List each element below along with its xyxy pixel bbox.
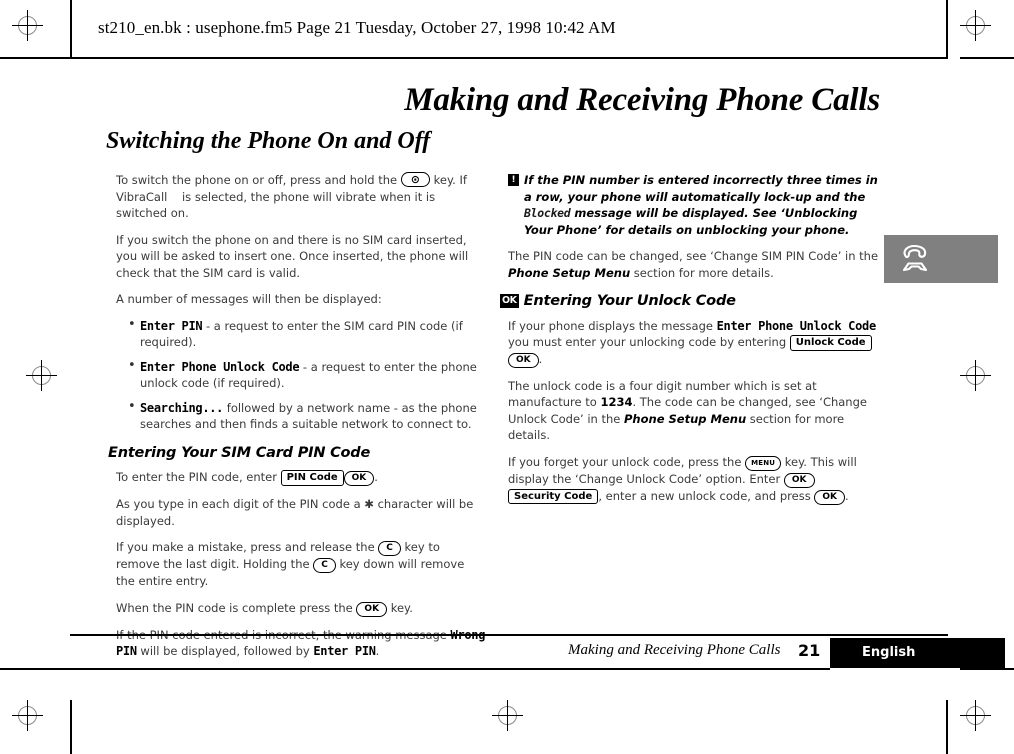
- page-frame-left-top: [70, 0, 72, 58]
- lcd-text-enter-pin: Enter PIN: [313, 644, 376, 658]
- paragraph-four-digit-code: The unlock code is a four digit number w…: [508, 378, 886, 444]
- page-frame-right-top: [946, 0, 948, 58]
- paragraph-wrong-pin: If the PIN code entered is incorrect, th…: [116, 627, 486, 660]
- crop-mark-right-top: [960, 57, 1014, 59]
- registration-hline: [960, 25, 991, 26]
- registration-mark-bottom-right: [958, 698, 994, 734]
- registration-hline: [492, 715, 523, 716]
- lcd-text: Enter PIN: [140, 318, 203, 333]
- text-switch-1a: To switch the phone on or off, press and…: [116, 173, 401, 187]
- paragraph-change-pin: The PIN code can be changed, see ‘Change…: [508, 248, 886, 281]
- registration-mark-mid-left: [24, 358, 60, 394]
- ok-key[interactable]: OK: [356, 601, 388, 617]
- paragraph-mistake: If you make a mistake, press and release…: [116, 539, 486, 590]
- registration-mark-bottom-center: [490, 698, 526, 734]
- registration-hline: [12, 25, 43, 26]
- footer-rule: [70, 634, 948, 636]
- registration-hline: [26, 375, 57, 376]
- registration-mark-mid-right: [958, 358, 994, 394]
- text-complete-b: key.: [387, 600, 413, 615]
- page-frame-right-bottom: [946, 700, 948, 754]
- reference-phone-setup-menu: Phone Setup Menu: [624, 411, 747, 426]
- chapter-title: Making and Receiving Phone Calls: [404, 82, 880, 118]
- text-mistake-a: If you make a mistake, press and release…: [116, 540, 379, 554]
- footer-bottom-rule: [70, 668, 830, 670]
- list-item: Enter Phone Unlock Code - a request to e…: [128, 358, 486, 392]
- unlock-code-key[interactable]: Unlock Code: [789, 335, 872, 351]
- text-displays-c: .: [538, 351, 543, 366]
- list-item: Searching... followed by a network name …: [128, 399, 486, 433]
- registration-hline: [12, 715, 43, 716]
- menu-key[interactable]: MENU: [745, 455, 782, 471]
- warning-text-b: message will be displayed. See ‘Unblocki…: [524, 206, 858, 237]
- paragraph-enter-pin: To enter the PIN code, enter PIN Code OK.: [116, 469, 486, 486]
- right-column: ! If the PIN number is entered incorrectl…: [500, 172, 886, 505]
- phone-handset-icon: [902, 244, 928, 272]
- clear-key[interactable]: C: [378, 541, 401, 556]
- left-column: To switch the phone on or off, press and…: [108, 172, 486, 660]
- warning-text-a: If the PIN number is entered incorrectly…: [524, 173, 878, 204]
- subheading-sim-pin: Entering Your SIM Card PIN Code: [108, 444, 371, 461]
- page-frame-left-bottom: [70, 700, 72, 754]
- text-forget-d: .: [845, 488, 849, 503]
- warning-icon: !: [508, 174, 519, 186]
- ok-key[interactable]: OK: [343, 471, 375, 486]
- paragraph-no-sim: If you switch the phone on and there is …: [116, 232, 469, 280]
- page-number: 21: [798, 641, 821, 660]
- header-rule: [70, 57, 948, 59]
- paragraph-pin-complete: When the PIN code is complete press the …: [116, 600, 486, 617]
- text-change-b: section for more details.: [630, 265, 774, 280]
- ok-badge-icon: OK: [500, 294, 519, 308]
- subheading-unlock-code: OK Entering Your Unlock Code: [500, 293, 886, 310]
- pin-code-key[interactable]: PIN Code: [280, 470, 344, 486]
- registration-hline: [960, 375, 991, 376]
- text-change-a: The PIN code can be changed, see ‘Change…: [508, 249, 879, 263]
- side-tab-phone-section: [884, 235, 998, 283]
- registration-hline: [960, 715, 991, 716]
- subheading-unlock-code-label: Entering Your Unlock Code: [523, 293, 736, 309]
- messages-list: Enter PIN - a request to enter the SIM c…: [116, 317, 486, 433]
- paragraph-forgot-code: If you forget your unlock code, press th…: [508, 454, 886, 505]
- registration-mark-bottom-left: [10, 698, 46, 734]
- ok-key[interactable]: OK: [783, 472, 815, 488]
- text-displays-b: you must enter your unlocking code by en…: [508, 335, 790, 349]
- paragraph-star-character: As you type in each digit of the PIN cod…: [116, 497, 474, 528]
- registration-mark-top-left: [10, 8, 46, 44]
- document-header-filename: st210_en.bk : usephone.fm5 Page 21 Tuesd…: [98, 18, 616, 37]
- security-code-key[interactable]: Security Code: [508, 488, 599, 504]
- lcd-text-blocked: Blocked: [524, 206, 571, 220]
- ok-key[interactable]: OK: [814, 489, 845, 505]
- language-label: English: [862, 645, 916, 660]
- footer-running-title: Making and Receiving Phone Calls: [568, 642, 781, 658]
- registration-mark-top-right: [958, 8, 994, 44]
- text-enter-pin-a: To enter the PIN code, enter: [116, 470, 281, 484]
- crop-mark-right-bottom: [960, 668, 1014, 670]
- paragraph-switch-on-off: To switch the phone on or off, press and…: [116, 172, 486, 222]
- paragraph-phone-displays: If your phone displays the message Enter…: [508, 318, 886, 368]
- ok-key[interactable]: OK: [508, 352, 539, 368]
- lcd-text-enter-phone-unlock-code: Enter Phone Unlock Code: [716, 318, 877, 333]
- language-band: [830, 638, 1005, 668]
- power-key-glyph[interactable]: ⊙: [400, 172, 430, 187]
- default-unlock-code: 1234: [600, 395, 633, 409]
- text-enter-pin-b: .: [374, 470, 378, 484]
- paragraph-messages-intro: A number of messages will then be displa…: [116, 292, 382, 306]
- text-complete-a: When the PIN code is complete press the: [116, 600, 357, 615]
- lcd-text: Searching...: [140, 400, 224, 415]
- reference-phone-setup-menu: Phone Setup Menu: [508, 265, 631, 280]
- text-wrong-b: will be displayed, followed by: [136, 644, 314, 658]
- warning-note: ! If the PIN number is entered incorrectl…: [508, 172, 886, 238]
- text-forget-c: , enter a new unlock code, and press: [598, 488, 815, 503]
- clear-key[interactable]: C: [313, 558, 336, 573]
- text-forget-a: If you forget your unlock code, press th…: [508, 454, 746, 469]
- text-displays-a: If your phone displays the message: [508, 318, 717, 333]
- list-item: Enter PIN - a request to enter the SIM c…: [128, 317, 486, 351]
- lcd-text: Enter Phone Unlock Code: [140, 359, 300, 374]
- text-wrong-c: .: [375, 644, 380, 658]
- section-title: Switching the Phone On and Off: [106, 128, 431, 154]
